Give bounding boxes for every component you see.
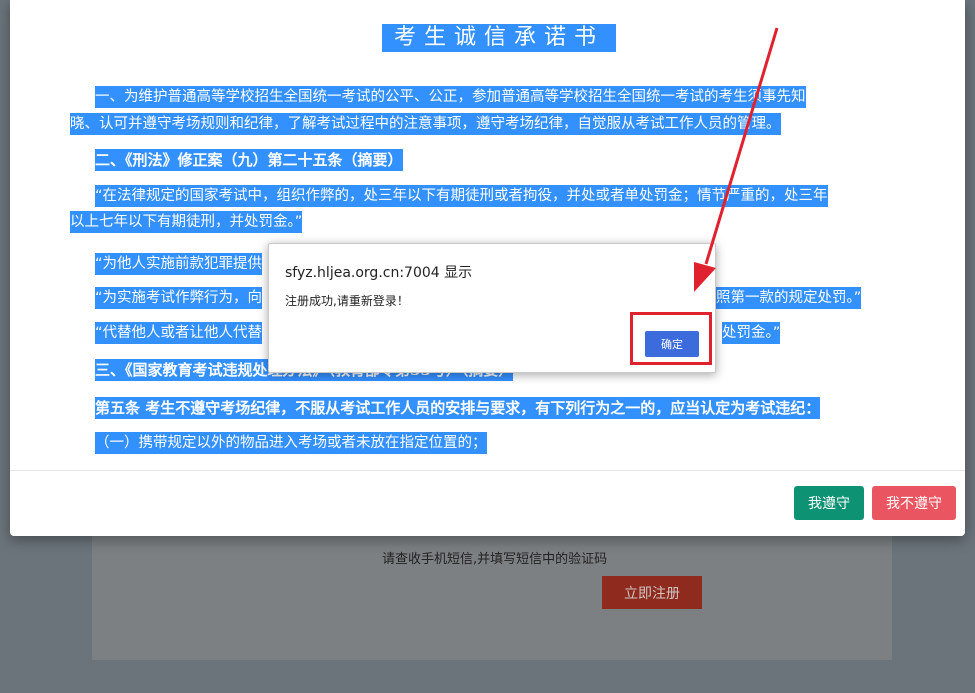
annotation-arrow-icon [694, 27, 779, 292]
